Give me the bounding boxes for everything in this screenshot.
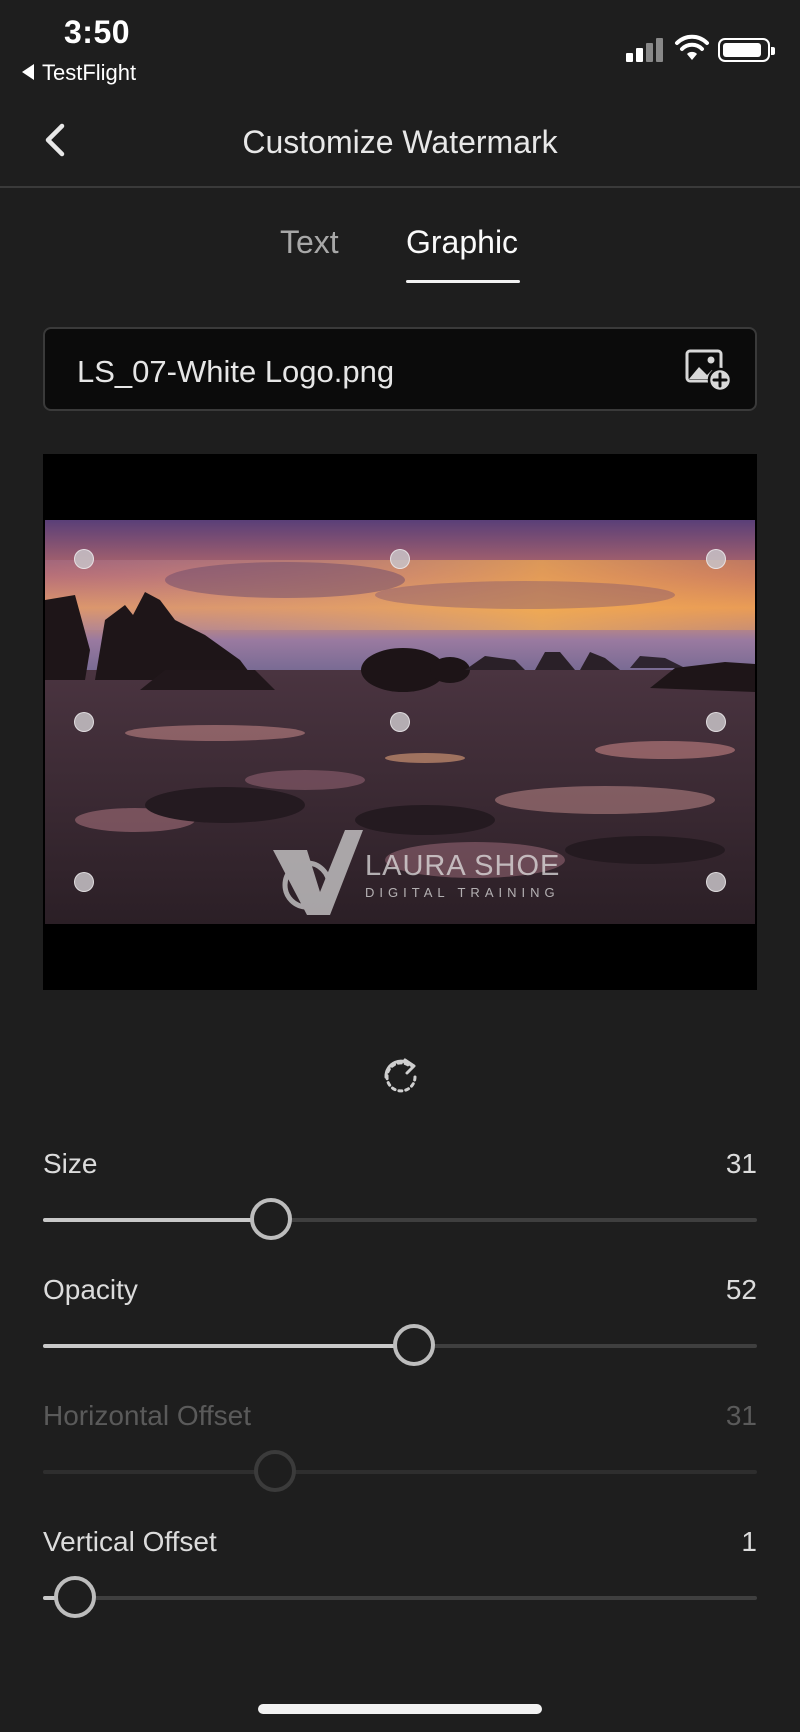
horizontal-offset-slider[interactable]: [43, 1450, 757, 1492]
rotate-icon[interactable]: [378, 1054, 424, 1100]
size-slider[interactable]: [43, 1198, 757, 1240]
vertical-offset-slider-row: Vertical Offset 1: [43, 1526, 757, 1636]
preview-photo: LAURA SHOE DIGITAL TRAINING: [45, 520, 755, 924]
status-time: 3:50: [64, 14, 131, 50]
size-label: Size: [43, 1148, 98, 1179]
wifi-icon: [675, 34, 709, 60]
anchor-middle-left[interactable]: [74, 712, 94, 732]
horizontal-offset-slider-thumb[interactable]: [254, 1450, 296, 1492]
opacity-slider-fill: [43, 1344, 414, 1348]
anchor-middle-right[interactable]: [706, 712, 726, 732]
cellular-signal-icon: [626, 36, 666, 62]
opacity-value: 52: [725, 1274, 757, 1305]
anchor-middle-center[interactable]: [390, 712, 410, 732]
anchor-top-center[interactable]: [390, 549, 410, 569]
add-image-icon[interactable]: [685, 349, 733, 393]
tab-graphic[interactable]: Graphic: [406, 224, 518, 261]
size-slider-thumb[interactable]: [250, 1198, 292, 1240]
back-triangle-icon: [22, 64, 34, 81]
anchor-top-left[interactable]: [74, 549, 94, 569]
watermark-type-tabs: Text Graphic: [0, 218, 800, 288]
horizontal-offset-value: 31: [725, 1400, 757, 1431]
horizontal-offset-slider-fill: [43, 1470, 275, 1474]
page-title: Customize Watermark: [242, 124, 558, 160]
opacity-slider-row: Opacity 52: [43, 1274, 757, 1384]
anchor-bottom-left[interactable]: [74, 872, 94, 892]
watermark-preview: LAURA SHOE DIGITAL TRAINING: [43, 454, 757, 990]
status-bar: 3:50 TestFlight: [0, 0, 800, 96]
back-app-label: TestFlight: [42, 60, 137, 85]
active-tab-underline: [406, 280, 520, 283]
back-to-app-link[interactable]: TestFlight: [22, 60, 136, 86]
watermark-text-line2: DIGITAL TRAINING: [365, 885, 560, 900]
size-slider-row: Size 31: [43, 1148, 757, 1258]
horizontal-offset-label: Horizontal Offset: [43, 1400, 252, 1431]
opacity-slider-thumb[interactable]: [393, 1324, 435, 1366]
vertical-offset-value: 1: [741, 1526, 757, 1557]
navigation-bar: Customize Watermark: [0, 96, 800, 188]
opacity-label: Opacity: [43, 1274, 138, 1305]
vertical-offset-label: Vertical Offset: [43, 1526, 217, 1557]
graphic-file-name: LS_07-White Logo.png: [77, 354, 395, 389]
size-value: 31: [725, 1148, 757, 1179]
vertical-offset-slider[interactable]: [43, 1576, 757, 1618]
opacity-slider[interactable]: [43, 1324, 757, 1366]
vertical-offset-slider-thumb[interactable]: [54, 1576, 96, 1618]
watermark-text-line1: LAURA SHOE: [365, 850, 561, 882]
anchor-bottom-right[interactable]: [706, 872, 726, 892]
graphic-file-field[interactable]: LS_07-White Logo.png: [43, 327, 757, 411]
home-indicator: [258, 1704, 542, 1714]
tab-text[interactable]: Text: [280, 224, 339, 261]
horizontal-offset-slider-row: Horizontal Offset 31: [43, 1400, 757, 1510]
size-slider-fill: [43, 1218, 271, 1222]
anchor-top-right[interactable]: [706, 549, 726, 569]
battery-icon: [718, 38, 775, 62]
